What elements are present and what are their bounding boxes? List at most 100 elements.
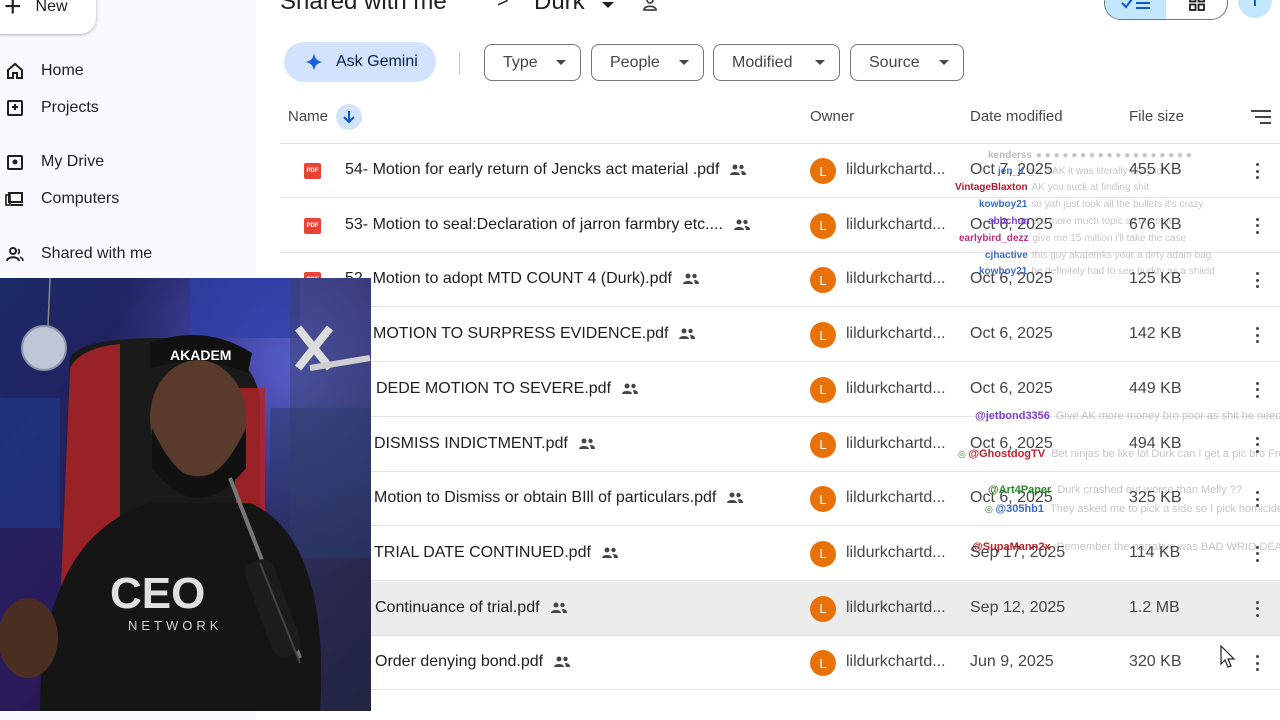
folder-menu-caret-icon[interactable]: [602, 2, 614, 8]
chat-message: @jetbond3356 Give AK more money bro poor …: [975, 410, 1280, 422]
file-name-cell: DISMISS INDICTMENT.pdf: [374, 435, 596, 453]
column-header-name[interactable]: Name: [288, 108, 328, 125]
chevron-down-icon: [679, 60, 689, 65]
more-actions-icon[interactable]: [1250, 161, 1264, 181]
file-row[interactable]: PDFMOTION TO SURPRESS EVIDENCE.pdfLlildu…: [280, 308, 1280, 363]
streamer-webcam-image: AKADEM CEO NETWORK: [0, 278, 371, 711]
chat-message: kowboy21 he definitely had to see buddy a…: [979, 266, 1215, 277]
file-row[interactable]: PDFTRIAL DATE CONTINUED.pdfLlildurkchart…: [280, 527, 1280, 581]
sort-options-icon[interactable]: [1250, 108, 1272, 131]
column-header-date[interactable]: Date modified: [970, 108, 1063, 125]
sidebar-item-projects[interactable]: Projects: [0, 90, 250, 126]
chevron-down-icon: [556, 60, 566, 65]
chat-username: @SupaMann2x: [972, 541, 1051, 553]
owner-name: lildurkchartd...: [846, 543, 946, 561]
chat-text: so yah just took all the bullets it's cr…: [1031, 199, 1204, 210]
breadcrumb-root[interactable]: Shared with me: [280, 0, 447, 16]
grid-view-button[interactable]: [1166, 0, 1227, 19]
owner-name: lildurkchartd...: [846, 379, 946, 397]
chat-username: @GhostdogTV: [968, 448, 1046, 460]
file-name: Order denying bond.pdf: [375, 653, 544, 671]
sidebar-item-label: Projects: [41, 99, 99, 116]
sidebar-item-label: Shared with me: [41, 245, 153, 262]
date-modified: Jun 9, 2025: [970, 653, 1054, 671]
sort-direction-button[interactable]: [336, 104, 362, 130]
chat-dots: ● ● ● ● ● ● ● ● ● ● ● ● ● ● ● ● ● ●: [1035, 150, 1192, 161]
file-name: TRIAL DATE CONTINUED.pdf: [374, 543, 591, 561]
chat-username: kowboy21: [979, 266, 1028, 277]
sidebar-item-shared-with-me[interactable]: Shared with me: [0, 236, 250, 272]
chip-label: Type: [503, 53, 538, 71]
ask-gemini-button[interactable]: Ask Gemini: [284, 42, 436, 82]
owner-avatar: L: [810, 322, 836, 349]
chat-username: @jetbond3356: [975, 410, 1050, 422]
computer-icon: [4, 188, 26, 210]
file-row[interactable]: PDFContinuance of trial.pdfLlildurkchart…: [280, 581, 1280, 636]
chat-badge-icon: ◎: [958, 449, 969, 459]
chat-message: ◎ @305hb1 They asked me to pick a side so…: [985, 503, 1280, 515]
chat-message: kowboy21 so yah just took all the bullets…: [979, 199, 1203, 210]
modified-filter-chip[interactable]: Modified: [713, 44, 840, 81]
list-view-button[interactable]: [1105, 0, 1166, 19]
filter-divider: [459, 52, 460, 74]
drive-icon: [4, 151, 26, 173]
more-actions-icon[interactable]: [1250, 216, 1264, 236]
owner-avatar: L: [810, 540, 836, 567]
share-person-icon[interactable]: [641, 0, 661, 19]
new-button[interactable]: + New: [0, 0, 96, 34]
chat-message: ◎ @GhostdogTV Bet ninjas be like lol Durk…: [958, 448, 1280, 460]
breadcrumb-separator: >: [497, 0, 509, 12]
info-icon[interactable]: i: [1238, 0, 1272, 18]
sidebar-item-home[interactable]: Home: [0, 53, 250, 89]
mouse-cursor-icon: [1220, 644, 1236, 674]
type-filter-chip[interactable]: Type: [484, 44, 581, 81]
file-row[interactable]: PDFDISMISS INDICTMENT.pdfLlildurkchartd.…: [280, 418, 1280, 472]
file-name-cell: MOTION TO SURPRESS EVIDENCE.pdf: [373, 325, 696, 343]
file-row[interactable]: PDF52- Motion to adopt MTD COUNT 4 (Durk…: [280, 253, 1280, 308]
new-button-label: New: [35, 0, 68, 15]
shared-icon: [727, 492, 744, 504]
arrow-down-icon: [343, 111, 355, 124]
file-name: DISMISS INDICTMENT.pdf: [374, 434, 568, 452]
people-filter-chip[interactable]: People: [591, 44, 704, 81]
more-actions-icon[interactable]: [1250, 270, 1264, 290]
chat-text: give me 15 million i'll take the case: [1032, 233, 1187, 244]
chat-text: Durk crashed out worse than Melly ??: [1057, 484, 1242, 496]
file-row[interactable]: PDFMotion to Dismiss or obtain BIll of p…: [280, 472, 1280, 527]
file-name: DEDE MOTION TO SEVERE.pdf: [376, 379, 612, 397]
pdf-file-icon: PDF: [304, 163, 321, 179]
column-header-owner[interactable]: Owner: [810, 108, 854, 125]
chat-message: jen_jt get it AK it was literally okay lo…: [998, 166, 1164, 177]
ask-gemini-label: Ask Gemini: [336, 53, 418, 70]
chat-text: AK you suck at finding shit: [1031, 182, 1149, 193]
chat-message: @Art4Paper Durk crashed out worse than Me…: [988, 484, 1280, 496]
file-row[interactable]: PDFDEDE MOTION TO SEVERE.pdfLlildurkchar…: [280, 363, 1280, 417]
file-name: Continuance of trial.pdf: [375, 598, 540, 616]
plus-icon: +: [4, 0, 22, 23]
owner-name: lildurkchartd...: [846, 434, 946, 452]
more-actions-icon[interactable]: [1250, 653, 1264, 673]
file-row[interactable]: PDFOrder denying bond.pdfLlildurkchartd.…: [280, 636, 1280, 691]
owner-avatar: L: [810, 431, 836, 458]
more-actions-icon[interactable]: [1250, 325, 1264, 345]
shared-icon: [682, 273, 699, 285]
chat-message: @SupaMann2x Remember the narrative was BA…: [972, 541, 1280, 553]
more-actions-icon[interactable]: [1250, 599, 1264, 619]
sidebar-item-my-drive[interactable]: My Drive: [0, 144, 250, 180]
source-filter-chip[interactable]: Source: [850, 44, 964, 81]
column-header-size[interactable]: File size: [1129, 108, 1184, 125]
breadcrumb-folder[interactable]: Durk: [534, 0, 585, 16]
sidebar-item-computers[interactable]: Computers: [0, 181, 250, 217]
chat-message: earlybird_dezz give me 15 million i'll ta…: [959, 233, 1186, 244]
chat-text: Bet ninjas be like lol Durk can I get a …: [1051, 448, 1280, 460]
shared-icon: [554, 656, 571, 668]
file-name-cell: 52- Motion to adopt MTD COUNT 4 (Durk).p…: [345, 270, 700, 288]
owner-name: lildurkchartd...: [846, 489, 946, 507]
svg-text:NETWORK: NETWORK: [128, 618, 222, 633]
file-name-cell: Order denying bond.pdf: [375, 653, 571, 671]
file-name-cell: TRIAL DATE CONTINUED.pdf: [374, 544, 619, 562]
owner-avatar: L: [810, 650, 836, 677]
chat-username: earlybird_dezz: [959, 233, 1029, 244]
chat-username: kenderss: [988, 150, 1032, 161]
more-actions-icon[interactable]: [1250, 380, 1264, 400]
